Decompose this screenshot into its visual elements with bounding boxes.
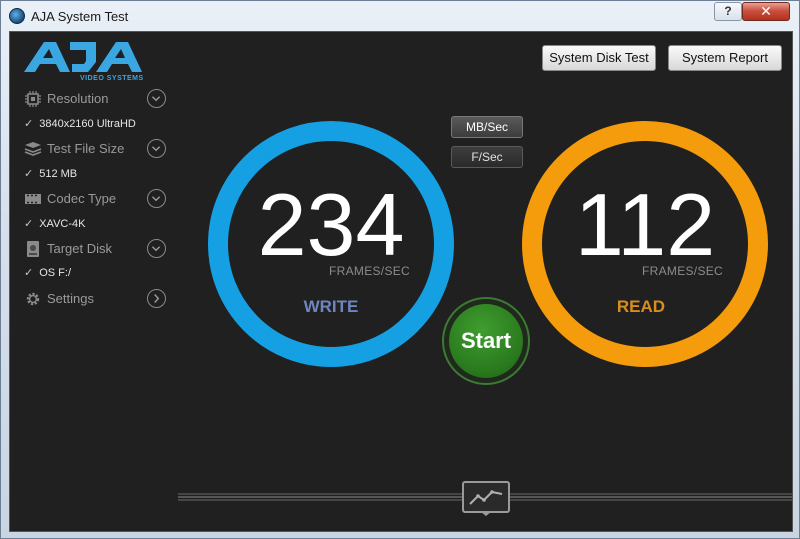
logo-tagline: VIDEO SYSTEMS xyxy=(80,75,144,82)
write-label: WRITE xyxy=(303,297,359,316)
gear-icon xyxy=(26,292,40,306)
window-title: AJA System Test xyxy=(31,9,129,24)
app-logo-icon xyxy=(9,8,25,24)
sidebar-item-label: Test File Size xyxy=(47,141,125,156)
sidebar-value-resolution: ✓ 3840x2160 UltraHD xyxy=(24,118,136,130)
frames-per-sec-toggle[interactable]: F/Sec xyxy=(451,146,523,168)
app-window: AJA System Test ? ✕ VIDEO SYSTEMS System… xyxy=(0,0,800,539)
film-strip-icon xyxy=(25,194,41,204)
start-button[interactable]: Start xyxy=(449,304,523,378)
mb-per-sec-toggle[interactable]: MB/Sec xyxy=(451,116,523,138)
write-value: 234 xyxy=(257,175,405,274)
sidebar-value-test-file-size: ✓ 512 MB xyxy=(24,168,78,180)
sidebar-item-test-file-size[interactable]: Test File Size xyxy=(20,138,170,160)
system-report-button[interactable]: System Report xyxy=(668,45,782,71)
aja-logo-mark xyxy=(24,42,142,72)
close-button[interactable]: ✕ xyxy=(742,2,790,21)
read-value: 112 xyxy=(574,175,716,274)
resolution-chip-icon xyxy=(25,91,41,107)
sidebar-item-codec-type[interactable]: Codec Type xyxy=(20,188,170,210)
write-unit: FRAMES/SEC xyxy=(329,264,411,278)
chevron-down-icon[interactable] xyxy=(147,139,166,158)
help-button[interactable]: ? xyxy=(714,2,742,21)
check-icon: ✓ xyxy=(24,218,34,230)
check-icon: ✓ xyxy=(24,118,34,130)
check-icon: ✓ xyxy=(24,267,34,279)
sidebar-item-label: Codec Type xyxy=(47,191,117,206)
chevron-right-icon[interactable] xyxy=(147,289,166,308)
aja-logo: VIDEO SYSTEMS xyxy=(22,40,152,86)
system-disk-test-button[interactable]: System Disk Test xyxy=(542,45,656,71)
sidebar-item-target-disk[interactable]: Target Disk xyxy=(20,238,170,260)
sidebar-item-settings[interactable]: Settings xyxy=(20,288,170,310)
chevron-down-icon[interactable] xyxy=(147,189,166,208)
sidebar-value-target-disk: ✓ OS F:/ xyxy=(24,267,71,279)
sidebar-value-codec-type: ✓ XAVC-4K xyxy=(24,218,86,230)
read-label: READ xyxy=(616,297,666,316)
app-content: VIDEO SYSTEMS System Disk Test System Re… xyxy=(9,31,793,532)
disk-drive-icon xyxy=(27,241,39,257)
line-graph-icon[interactable] xyxy=(462,481,510,517)
sidebar-item-label: Target Disk xyxy=(47,241,113,256)
title-bar[interactable]: AJA System Test ? ✕ xyxy=(1,1,799,31)
file-stack-icon xyxy=(24,142,42,156)
chevron-down-icon[interactable] xyxy=(147,89,166,108)
sidebar-item-label: Resolution xyxy=(47,91,109,106)
chevron-down-icon[interactable] xyxy=(147,239,166,258)
read-unit: FRAMES/SEC xyxy=(642,264,724,278)
sidebar-item-resolution[interactable]: Resolution xyxy=(20,88,170,110)
sidebar-item-label: Settings xyxy=(47,291,94,306)
check-icon: ✓ xyxy=(24,168,34,180)
